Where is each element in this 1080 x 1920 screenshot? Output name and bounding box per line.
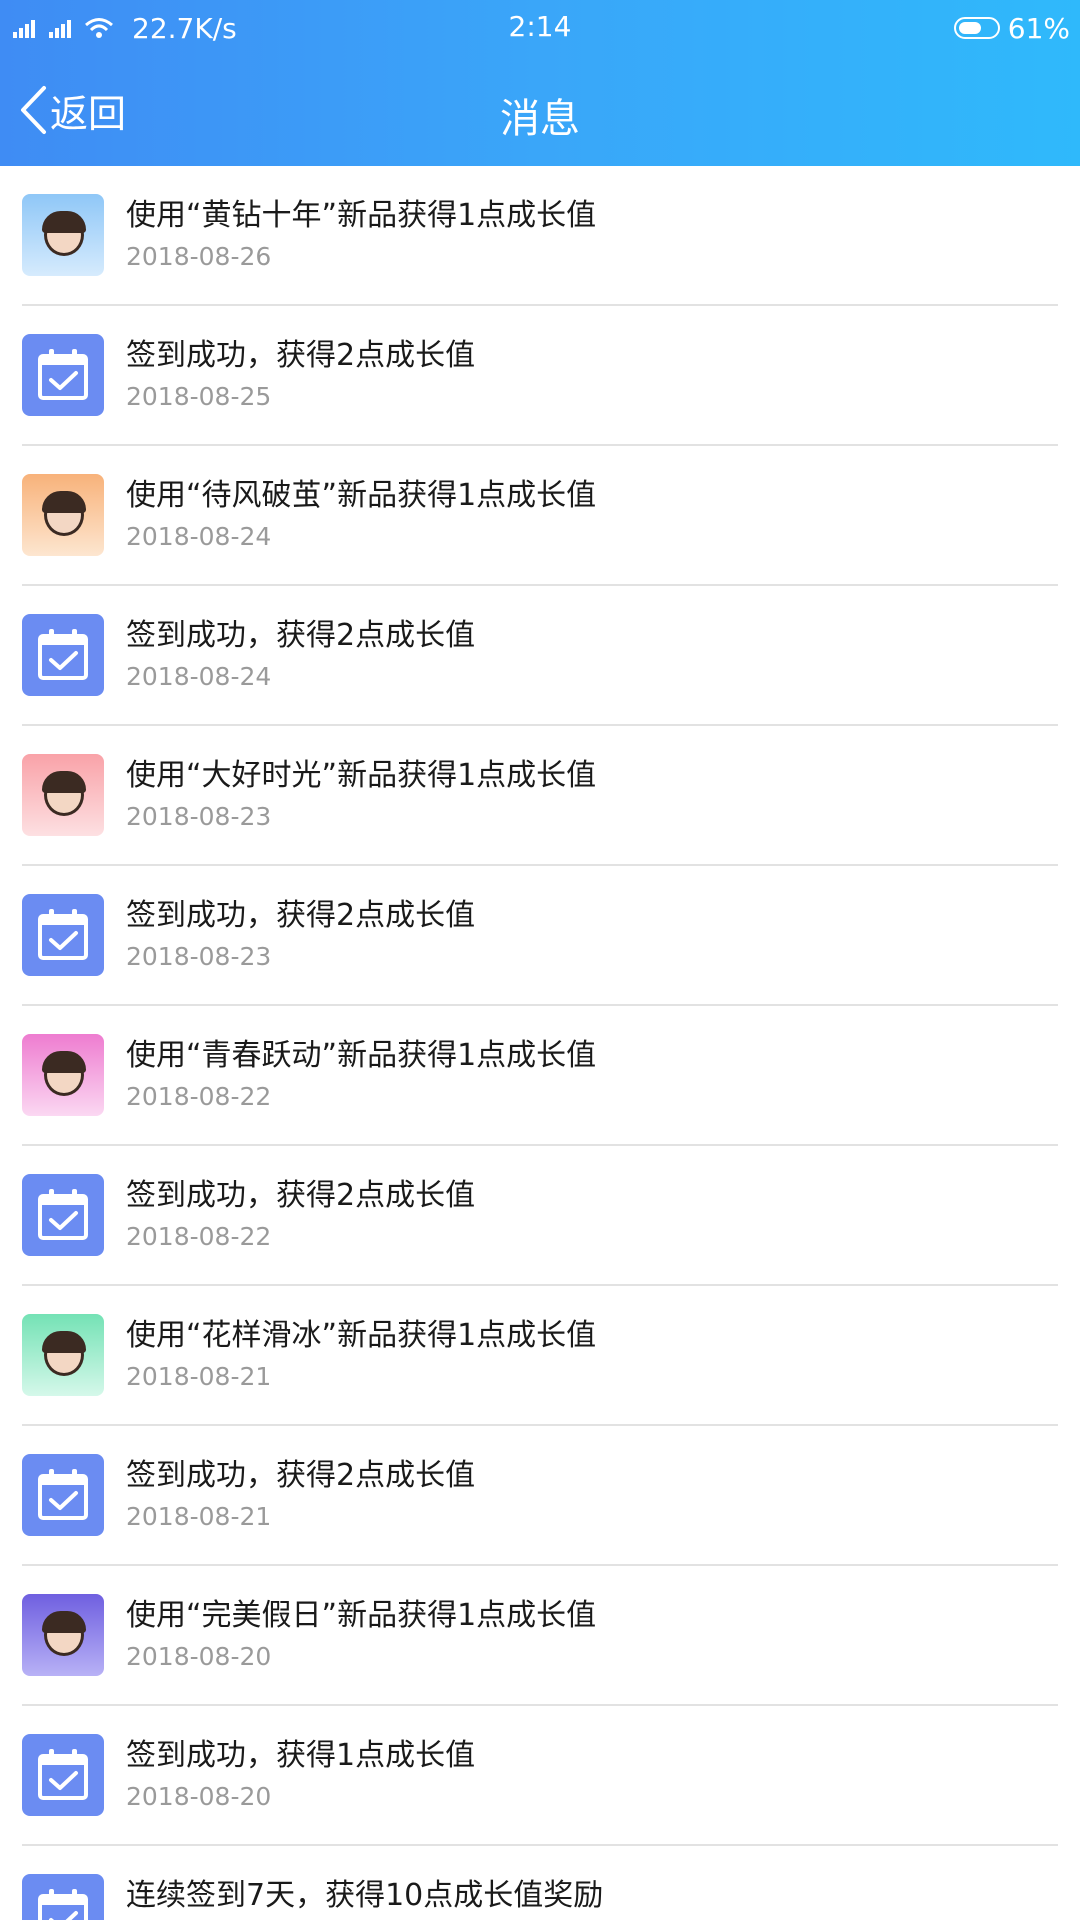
message-title: 使用“完美假日”新品获得1点成长值: [126, 1598, 597, 1633]
message-title: 签到成功，获得2点成长值: [126, 1458, 476, 1493]
message-date: 2018-08-23: [126, 802, 272, 831]
status-bar: 22.7K/s 2:14 61%: [0, 0, 1080, 56]
list-item[interactable]: 使用“花样滑冰”新品获得1点成长值 2018-08-21: [0, 1286, 1080, 1426]
calendar-check-icon: [22, 1454, 104, 1536]
message-title: 使用“花样滑冰”新品获得1点成长值: [126, 1318, 597, 1353]
battery-icon: [953, 17, 1000, 39]
list-item[interactable]: 使用“待风破茧”新品获得1点成长值 2018-08-24: [0, 446, 1080, 586]
nav-bar: 返回 消息: [0, 56, 1080, 166]
list-item[interactable]: 连续签到7天，获得10点成长值奖励: [0, 1846, 1080, 1920]
list-item[interactable]: 签到成功，获得2点成长值 2018-08-21: [0, 1426, 1080, 1566]
list-item[interactable]: 签到成功，获得2点成长值 2018-08-24: [0, 586, 1080, 726]
status-right: 61%: [953, 10, 1070, 46]
message-list: 使用“黄钻十年”新品获得1点成长值 2018-08-26 签到成功，获得2点成长值 2…: [0, 166, 1080, 1920]
message-title: 签到成功，获得2点成长值: [126, 338, 476, 373]
message-date: 2018-08-24: [126, 522, 272, 551]
avatar-icon: [22, 754, 104, 836]
avatar-icon: [22, 474, 104, 556]
message-date: 2018-08-23: [126, 942, 272, 971]
list-item[interactable]: 签到成功，获得2点成长值 2018-08-25: [0, 306, 1080, 446]
list-item[interactable]: 使用“大好时光”新品获得1点成长值 2018-08-23: [0, 726, 1080, 866]
calendar-check-icon: [22, 1874, 104, 1920]
message-title: 连续签到7天，获得10点成长值奖励: [126, 1878, 604, 1913]
message-title: 签到成功，获得2点成长值: [126, 618, 476, 653]
calendar-check-icon: [22, 894, 104, 976]
message-date: 2018-08-22: [126, 1222, 272, 1251]
avatar-icon: [22, 1034, 104, 1116]
message-title: 签到成功，获得1点成长值: [126, 1738, 476, 1773]
page-title: 消息: [500, 96, 580, 142]
message-title: 签到成功，获得2点成长值: [126, 1178, 476, 1213]
list-item[interactable]: 签到成功，获得2点成长值 2018-08-22: [0, 1146, 1080, 1286]
message-date: 2018-08-22: [126, 1082, 272, 1111]
list-item[interactable]: 签到成功，获得1点成长值 2018-08-20: [0, 1706, 1080, 1846]
battery-percent: 61%: [1007, 11, 1070, 45]
calendar-check-icon: [22, 1734, 104, 1816]
message-title: 签到成功，获得2点成长值: [126, 898, 476, 933]
message-title: 使用“待风破茧”新品获得1点成长值: [126, 478, 597, 513]
message-date: 2018-08-24: [126, 662, 272, 691]
list-item[interactable]: 签到成功，获得2点成长值 2018-08-23: [0, 866, 1080, 1006]
message-title: 使用“青春跃动”新品获得1点成长值: [126, 1038, 597, 1073]
message-date: 2018-08-25: [126, 382, 272, 411]
list-item[interactable]: 使用“黄钻十年”新品获得1点成长值 2018-08-26: [0, 166, 1080, 306]
avatar-icon: [22, 1314, 104, 1396]
calendar-check-icon: [22, 334, 104, 416]
message-title: 使用“黄钻十年”新品获得1点成长值: [126, 198, 597, 233]
app-header: 22.7K/s 2:14 61% 返回 消息: [0, 0, 1080, 166]
list-item[interactable]: 使用“完美假日”新品获得1点成长值 2018-08-20: [0, 1566, 1080, 1706]
avatar-icon: [22, 194, 104, 276]
message-date: 2018-08-20: [126, 1642, 272, 1671]
clock: 2:14: [508, 10, 572, 43]
battery-fill: [958, 22, 981, 34]
message-date: 2018-08-21: [126, 1502, 272, 1531]
message-date: 2018-08-26: [126, 242, 272, 271]
message-date: 2018-08-20: [126, 1782, 272, 1811]
calendar-check-icon: [22, 614, 104, 696]
avatar-icon: [22, 1594, 104, 1676]
calendar-check-icon: [22, 1174, 104, 1256]
message-date: 2018-08-21: [126, 1362, 272, 1391]
list-item[interactable]: 使用“青春跃动”新品获得1点成长值 2018-08-22: [0, 1006, 1080, 1146]
message-title: 使用“大好时光”新品获得1点成长值: [126, 758, 597, 793]
